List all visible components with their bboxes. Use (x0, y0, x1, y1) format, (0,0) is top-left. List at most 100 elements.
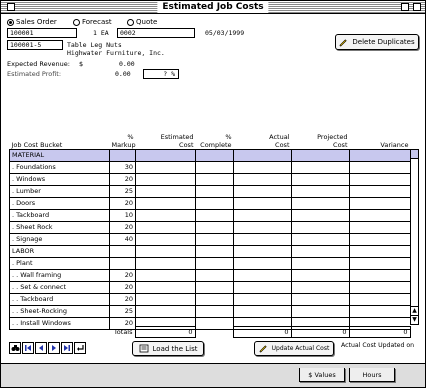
projected-cost-cell[interactable] (291, 148, 350, 162)
bucket-cell[interactable]: . Foundations (9, 160, 110, 174)
projected-cost-cell[interactable] (291, 244, 350, 258)
complete-cell[interactable] (195, 280, 234, 294)
zoom-box-icon[interactable] (401, 3, 409, 11)
markup-cell[interactable]: 20 (109, 268, 136, 282)
variance-cell[interactable] (349, 148, 410, 162)
table-row[interactable]: . . Set & connect 20 (9, 280, 410, 294)
scroll-up-arrow-icon[interactable]: ▲ (411, 306, 418, 315)
close-box-icon[interactable] (7, 3, 15, 11)
order-number-field[interactable]: 100001 (7, 28, 77, 38)
actual-cost-cell[interactable] (233, 220, 292, 234)
table-row[interactable]: . Plant (9, 256, 410, 270)
markup-cell[interactable]: 20 (109, 220, 136, 234)
table-row[interactable]: . Doors 20 (9, 196, 410, 210)
complete-cell[interactable] (195, 244, 234, 258)
table-row[interactable]: . Signage 40 (9, 232, 410, 246)
projected-cost-cell[interactable] (291, 256, 350, 270)
actual-cost-cell[interactable] (233, 172, 292, 186)
variance-cell[interactable] (349, 184, 410, 198)
scroll-down-arrow-icon[interactable]: ▼ (411, 315, 418, 324)
scroll-thumb[interactable] (411, 150, 418, 159)
bucket-cell[interactable]: . . Set & connect (9, 280, 110, 294)
markup-cell[interactable]: 30 (109, 160, 136, 174)
bucket-cell[interactable]: . . Sheet-Rocking (9, 304, 110, 318)
bucket-cell[interactable]: . Sheet Rock (9, 220, 110, 234)
table-row[interactable]: . Tackboard 10 (9, 208, 410, 222)
return-icon[interactable] (74, 342, 86, 354)
markup-cell[interactable]: 40 (109, 232, 136, 246)
estimated-cost-cell[interactable] (135, 280, 196, 294)
complete-cell[interactable] (195, 184, 234, 198)
actual-cost-cell[interactable] (233, 268, 292, 282)
estimated-cost-cell[interactable] (135, 244, 196, 258)
variance-cell[interactable] (349, 220, 410, 234)
table-row[interactable]: . Windows 20 (9, 172, 410, 186)
markup-cell[interactable]: 20 (109, 172, 136, 186)
radio-quote[interactable]: Quote (127, 18, 157, 26)
next-record-icon[interactable] (48, 342, 60, 354)
variance-cell[interactable] (349, 256, 410, 270)
bucket-cell[interactable]: MATERIAL (9, 148, 110, 162)
projected-cost-cell[interactable] (291, 232, 350, 246)
projected-cost-cell[interactable] (291, 172, 350, 186)
actual-cost-cell[interactable] (233, 244, 292, 258)
actual-cost-cell[interactable] (233, 148, 292, 162)
complete-cell[interactable] (195, 172, 234, 186)
estimated-cost-cell[interactable] (135, 196, 196, 210)
binoculars-icon[interactable] (9, 342, 21, 354)
variance-cell[interactable] (349, 196, 410, 210)
table-row[interactable]: . . Sheet-Rocking 25 (9, 304, 410, 318)
actual-cost-cell[interactable] (233, 292, 292, 306)
bucket-cell[interactable]: . . Tackboard (9, 292, 110, 306)
variance-cell[interactable] (349, 244, 410, 258)
complete-cell[interactable] (195, 292, 234, 306)
complete-cell[interactable] (195, 256, 234, 270)
markup-cell[interactable] (109, 148, 136, 162)
previous-record-icon[interactable] (35, 342, 47, 354)
item-number-field[interactable]: 0002 (117, 28, 195, 38)
estimated-cost-cell[interactable] (135, 292, 196, 306)
variance-cell[interactable] (349, 232, 410, 246)
estimated-cost-cell[interactable] (135, 148, 196, 162)
markup-cell[interactable]: 20 (109, 196, 136, 210)
title-bar[interactable]: Estimated Job Costs (1, 1, 425, 14)
bucket-cell[interactable]: . Doors (9, 196, 110, 210)
projected-cost-cell[interactable] (291, 268, 350, 282)
markup-cell[interactable]: 10 (109, 208, 136, 222)
variance-cell[interactable] (349, 208, 410, 222)
table-row[interactable]: . . Wall framing 20 (9, 268, 410, 282)
table-row[interactable]: . Foundations 30 (9, 160, 410, 174)
actual-cost-cell[interactable] (233, 196, 292, 210)
variance-cell[interactable] (349, 160, 410, 174)
estimated-cost-cell[interactable] (135, 160, 196, 174)
first-record-icon[interactable] (22, 342, 34, 354)
bucket-cell[interactable]: . Lumber (9, 184, 110, 198)
variance-cell[interactable] (349, 268, 410, 282)
table-row[interactable]: MATERIAL (9, 148, 410, 162)
projected-cost-cell[interactable] (291, 208, 350, 222)
variance-cell[interactable] (349, 292, 410, 306)
load-list-button[interactable]: Load the List (132, 341, 204, 356)
bucket-cell[interactable]: . Plant (9, 256, 110, 270)
tab-hours[interactable]: Hours (349, 368, 395, 382)
bucket-cell[interactable]: . Signage (9, 232, 110, 246)
projected-cost-cell[interactable] (291, 292, 350, 306)
markup-cell[interactable]: 20 (109, 280, 136, 294)
complete-cell[interactable] (195, 268, 234, 282)
actual-cost-cell[interactable] (233, 208, 292, 222)
markup-cell[interactable]: 25 (109, 184, 136, 198)
projected-cost-cell[interactable] (291, 184, 350, 198)
markup-cell[interactable] (109, 256, 136, 270)
projected-cost-cell[interactable] (291, 220, 350, 234)
complete-cell[interactable] (195, 208, 234, 222)
complete-cell[interactable] (195, 148, 234, 162)
radio-forecast[interactable]: Forecast (73, 18, 112, 26)
actual-cost-cell[interactable] (233, 256, 292, 270)
estimated-cost-cell[interactable] (135, 208, 196, 222)
collapse-box-icon[interactable] (413, 3, 421, 11)
actual-cost-cell[interactable] (233, 160, 292, 174)
table-row[interactable]: . Sheet Rock 20 (9, 220, 410, 234)
radio-sales-order[interactable]: Sales Order (7, 18, 57, 26)
delete-duplicates-button[interactable]: Delete Duplicates (335, 34, 419, 50)
part-number-field[interactable]: 100001-5 (7, 40, 63, 50)
